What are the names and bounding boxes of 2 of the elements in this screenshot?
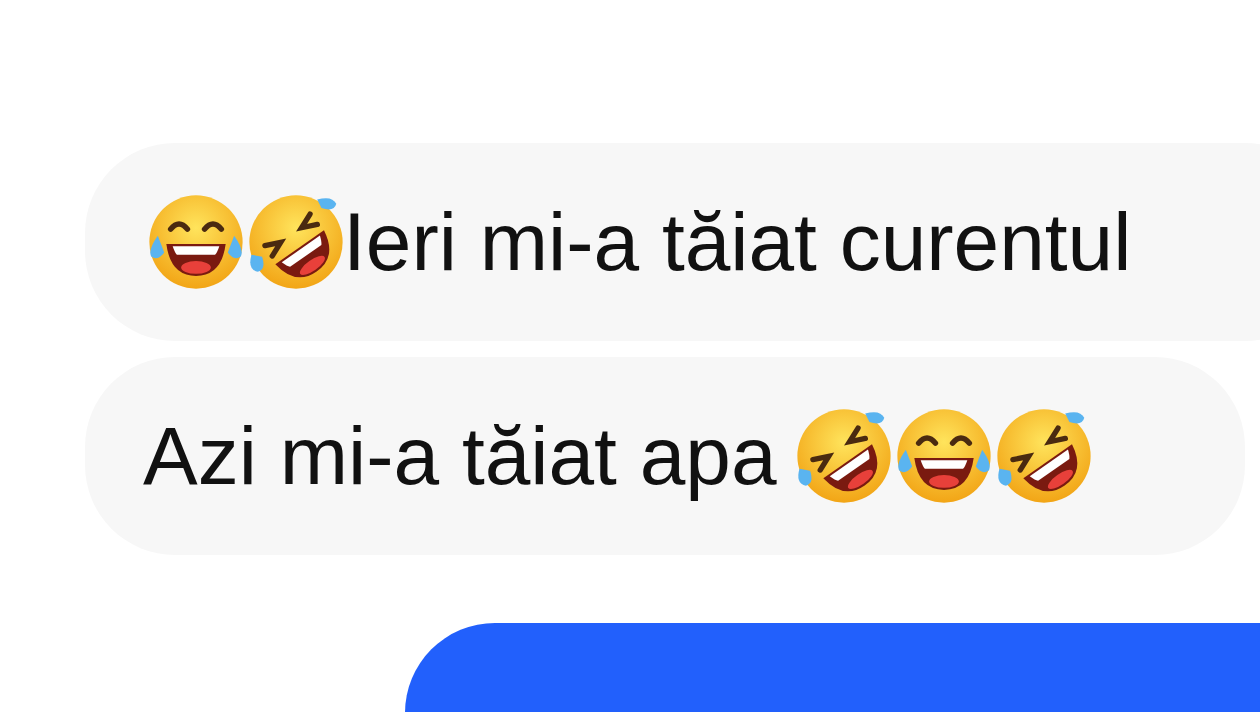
message-text: Azi mi-a tăiat apa [143, 409, 777, 503]
message-text: Ieri mi-a tăiat curentul [343, 195, 1132, 289]
